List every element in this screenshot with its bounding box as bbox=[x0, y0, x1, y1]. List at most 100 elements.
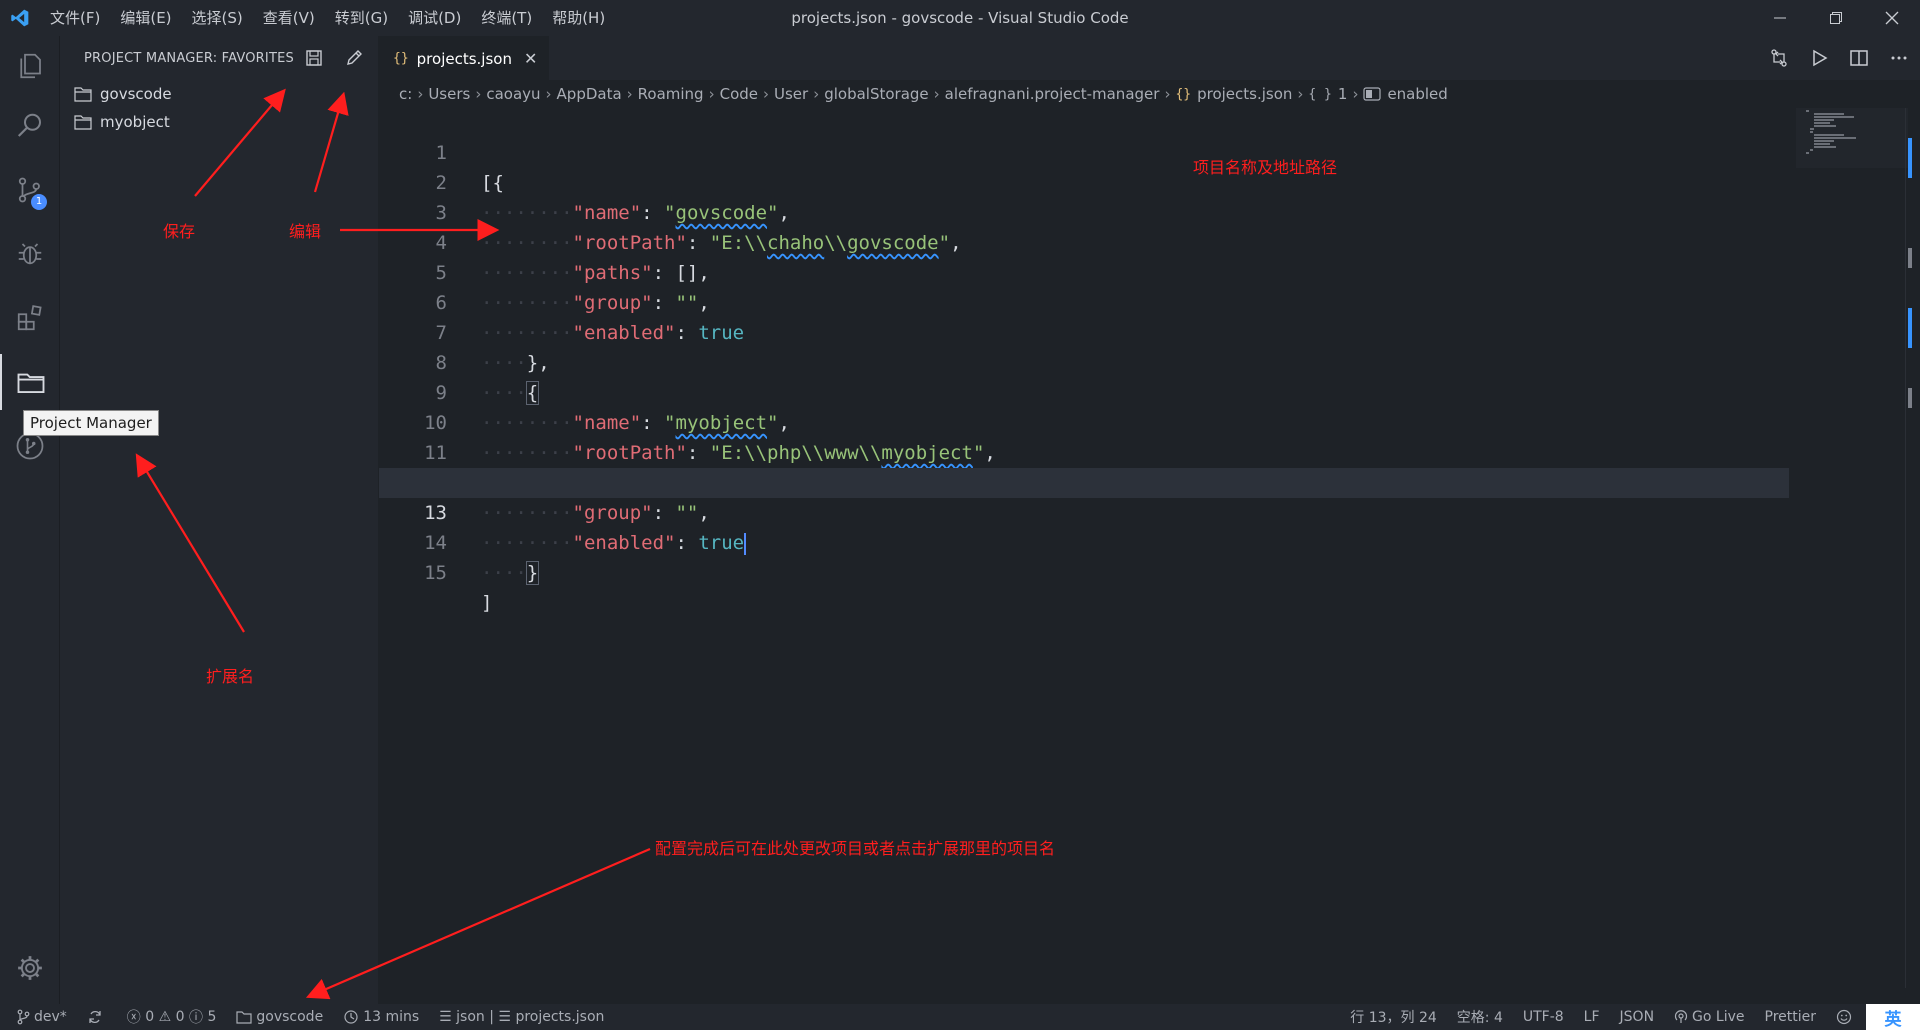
boolean-icon bbox=[1363, 87, 1382, 101]
breadcrumb-index[interactable]: 1 bbox=[1338, 85, 1348, 103]
prettier-status[interactable]: Prettier bbox=[1755, 1004, 1827, 1030]
breadcrumb-item[interactable]: User bbox=[774, 85, 808, 103]
breadcrumb-file[interactable]: projects.json bbox=[1197, 85, 1292, 103]
chevron-right-icon: › bbox=[813, 85, 820, 103]
restore-icon bbox=[1830, 12, 1842, 24]
tab-projects-json[interactable]: {} projects.json ✕ bbox=[379, 36, 550, 80]
code-line: 9 ········"name": "myobject", bbox=[379, 348, 1789, 434]
problems-status[interactable]: ⓧ 0 ⚠ 0 ⓘ 5 bbox=[117, 1004, 227, 1030]
project-item[interactable]: myobject bbox=[60, 108, 378, 136]
code-line: 12 ········"group": "", bbox=[379, 438, 1789, 524]
menu-view[interactable]: 查看(V) bbox=[253, 0, 325, 36]
ellipsis-icon bbox=[1891, 56, 1907, 60]
file-name-label: projects.json bbox=[515, 1009, 605, 1025]
code-line: 7 ····}, bbox=[379, 288, 1789, 374]
breadcrumb-key[interactable]: enabled bbox=[1387, 85, 1447, 103]
time-tracker-status[interactable]: 13 mins bbox=[333, 1004, 429, 1030]
minimize-button[interactable] bbox=[1752, 0, 1808, 36]
editor-group: {} projects.json ✕ c: › Users › caoayu › Ap… bbox=[379, 36, 1920, 1004]
save-projects-button[interactable] bbox=[300, 44, 328, 72]
line-number: 15 bbox=[424, 562, 447, 584]
source-control-button[interactable]: 1 bbox=[0, 162, 59, 218]
code-line: 6 ········"enabled": true bbox=[379, 258, 1789, 344]
go-live-button[interactable]: Go Live bbox=[1664, 1004, 1754, 1030]
project-manager-button[interactable] bbox=[0, 354, 59, 410]
ime-indicator[interactable]: 英 bbox=[1866, 1004, 1920, 1030]
annotation-config-note: 配置完成后可在此处更改项目或者点击扩展那里的项目名 bbox=[655, 839, 1056, 858]
project-status[interactable]: govscode bbox=[226, 1004, 333, 1030]
folder-icon bbox=[74, 115, 92, 130]
search-button[interactable] bbox=[0, 98, 59, 154]
debug-button[interactable] bbox=[0, 226, 59, 282]
sync-icon bbox=[89, 1010, 101, 1024]
feedback-button[interactable] bbox=[1826, 1004, 1866, 1030]
close-tab-icon[interactable]: ✕ bbox=[524, 49, 537, 68]
edit-projects-button[interactable] bbox=[340, 44, 368, 72]
branch-status[interactable]: dev* bbox=[0, 1004, 77, 1030]
menu-selection[interactable]: 选择(S) bbox=[182, 0, 253, 36]
tab-label: projects.json bbox=[416, 49, 512, 68]
sync-button[interactable] bbox=[77, 1004, 117, 1030]
bug-icon bbox=[18, 243, 41, 265]
pencil-icon bbox=[347, 50, 362, 65]
object-icon: { } bbox=[1308, 86, 1332, 102]
breadcrumb-item[interactable]: c: bbox=[399, 85, 412, 103]
gear-icon bbox=[17, 956, 42, 980]
run-button[interactable] bbox=[1808, 47, 1830, 69]
editor-actions bbox=[1768, 36, 1910, 80]
eol-status[interactable]: LF bbox=[1574, 1004, 1610, 1030]
breadcrumb-item[interactable]: Users bbox=[428, 85, 470, 103]
broadcast-icon bbox=[1674, 1010, 1688, 1023]
chevron-right-icon: › bbox=[475, 85, 482, 103]
menu-file[interactable]: 文件(F) bbox=[40, 0, 110, 36]
code-line: 14 ····} bbox=[379, 498, 1789, 585]
code-editor[interactable]: 1 [{ 2 ········"name": "govscode", 3 ···… bbox=[379, 108, 1789, 988]
menu-help[interactable]: 帮助(H) bbox=[542, 0, 615, 36]
sidebar-actions bbox=[300, 44, 368, 72]
code-line: 8 ····{ bbox=[379, 318, 1789, 405]
breadcrumb-item[interactable]: Code bbox=[720, 85, 758, 103]
cursor-position[interactable]: 行 13，列 24 bbox=[1340, 1004, 1447, 1030]
smiley-icon bbox=[1836, 1009, 1852, 1025]
chevron-right-icon: › bbox=[1297, 85, 1304, 103]
file-info-status[interactable]: ☰ json | ☰ projects.json bbox=[429, 1004, 614, 1030]
breadcrumb-item[interactable]: caoayu bbox=[486, 85, 540, 103]
breadcrumb-item[interactable]: AppData bbox=[557, 85, 622, 103]
activity-bar: 1 bbox=[0, 36, 60, 1004]
history-icon bbox=[344, 1010, 358, 1024]
project-folder-name: govscode bbox=[256, 1009, 324, 1025]
breadcrumb-item[interactable]: globalStorage bbox=[824, 85, 928, 103]
minimap[interactable] bbox=[1796, 108, 1908, 168]
annotation-save: 保存 bbox=[163, 222, 196, 241]
chevron-right-icon: › bbox=[1164, 85, 1171, 103]
status-bar: dev* ⓧ 0 ⚠ 0 ⓘ 5 govscode 13 mins ☰ json… bbox=[0, 1004, 1920, 1030]
list-icon: ☰ bbox=[498, 1009, 511, 1025]
error-count: 0 bbox=[145, 1009, 155, 1025]
breadcrumb-item[interactable]: alefragnani.project-manager bbox=[945, 85, 1160, 103]
compare-button[interactable] bbox=[1768, 47, 1790, 69]
restore-button[interactable] bbox=[1808, 0, 1864, 36]
menu-edit[interactable]: 编辑(E) bbox=[110, 0, 181, 36]
manage-button[interactable] bbox=[0, 940, 59, 996]
menu-go[interactable]: 转到(G) bbox=[325, 0, 398, 36]
close-window-button[interactable] bbox=[1864, 0, 1920, 36]
menu-debug[interactable]: 调试(D) bbox=[398, 0, 471, 36]
more-actions-button[interactable] bbox=[1888, 47, 1910, 69]
scroll-marker bbox=[1908, 388, 1912, 408]
vertical-scrollbar[interactable] bbox=[1905, 108, 1920, 988]
language-mode-status[interactable]: JSON bbox=[1610, 1004, 1665, 1030]
indentation-status[interactable]: 空格: 4 bbox=[1447, 1004, 1513, 1030]
menu-terminal[interactable]: 终端(T) bbox=[471, 0, 542, 36]
project-item[interactable]: govscode bbox=[60, 80, 378, 108]
extensions-button[interactable] bbox=[0, 290, 59, 346]
code-line: 2 ········"name": "govscode", bbox=[379, 138, 1789, 224]
search-icon bbox=[17, 113, 41, 137]
breadcrumb-item[interactable]: Roaming bbox=[638, 85, 704, 103]
explorer-button[interactable] bbox=[0, 38, 59, 94]
status-bar-right: 行 13，列 24 空格: 4 UTF-8 LF JSON Go Live Pr… bbox=[1340, 1004, 1920, 1030]
vscode-logo-icon bbox=[0, 0, 40, 36]
encoding-status[interactable]: UTF-8 bbox=[1513, 1004, 1574, 1030]
title-bar: 文件(F) 编辑(E) 选择(S) 查看(V) 转到(G) 调试(D) 终端(T… bbox=[0, 0, 1920, 36]
split-editor-button[interactable] bbox=[1848, 47, 1870, 69]
warning-count: 0 bbox=[175, 1009, 185, 1025]
